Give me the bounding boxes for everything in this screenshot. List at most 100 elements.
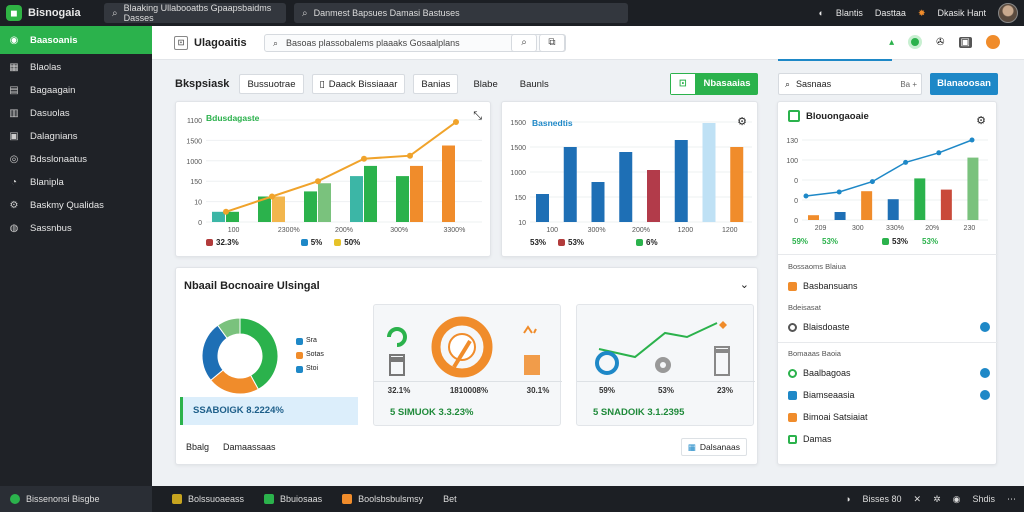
footer-link[interactable]: Bbalg <box>186 442 209 452</box>
footer-button[interactable]: ▦ Dalsanaas <box>680 438 747 456</box>
network-icon[interactable]: ◑ <box>845 494 850 504</box>
alert-icon[interactable] <box>986 35 1000 49</box>
sidebar-item-4[interactable]: ▥ Dasuolas <box>0 102 152 125</box>
status-icon[interactable] <box>908 35 923 49</box>
bar <box>967 157 979 220</box>
sidebar-item-dashboard[interactable]: ◉ Baasoanis <box>0 26 152 54</box>
list-item[interactable]: Basbansuans <box>788 275 988 297</box>
list-item[interactable]: Damas <box>788 428 988 450</box>
highlight-stat[interactable]: SSABOIGK 8.2224% <box>180 397 358 425</box>
taskbar-item-1[interactable]: Bissenonsi Bisgbe <box>0 486 152 512</box>
blue-action-button[interactable]: Blanaoosan <box>930 73 998 95</box>
collapse-icon[interactable]: ▴ <box>889 37 894 48</box>
section-label: Bomaaas Baoia <box>788 349 841 358</box>
main-search-input[interactable]: ⌕ Basoas plassobalems plaaaks Gosaalplan… <box>264 34 566 52</box>
sidebar-item-9[interactable]: ◍ Sassnbus <box>0 217 152 240</box>
top-user-item-3[interactable]: Dkasik Hant <box>937 8 986 18</box>
check-icon[interactable] <box>980 390 990 400</box>
dashboard-icon: ◉ <box>9 34 19 46</box>
legend-item: Sotas <box>296 348 324 362</box>
footer-link[interactable]: Damaassaas <box>223 442 276 452</box>
sidebar-item-7[interactable]: ◔ Blanipla <box>0 171 152 194</box>
sidebar-item-5[interactable]: ▣ Dalagnians <box>0 125 152 148</box>
main-search-placeholder: Basoas plassobalems plaaaks Gosaalplans <box>286 38 460 48</box>
avatar[interactable] <box>998 3 1018 23</box>
app-brand[interactable]: ◼ Bisnogaia <box>0 5 100 21</box>
sidebar-item-label: Bdsslonaatus <box>30 154 88 165</box>
list-item[interactable]: Biamseaasia <box>788 384 990 406</box>
chart-card-1: 1100 1500 1000 150 10 0 100 2300% 200% 300% 3300% … <box>175 101 491 257</box>
list-item-label: Basbansuans <box>803 281 858 291</box>
sidebar-item-2[interactable]: ▦ Blaolas <box>0 56 152 79</box>
toolbar: Bkspsiask Bussuotrae ▯ Daack Bissiaaar Ba… <box>175 74 556 94</box>
list-item[interactable]: Baalbagoas <box>788 362 990 384</box>
stat-value: 53% <box>657 386 674 395</box>
y-tick-label: 0 <box>198 220 202 227</box>
y-tick-label: 10 <box>194 200 202 207</box>
bullet-icon <box>788 368 797 378</box>
help-icon[interactable]: ◐ <box>818 8 823 18</box>
stat-value: 32.1% <box>387 386 411 395</box>
chip-2-label: Daack Bissiaaar <box>328 78 398 90</box>
metric-card-2[interactable]: 32.1% 1810008% 30.1% 5 SIMUOK 3.3.23% <box>373 304 562 426</box>
bar <box>702 123 716 222</box>
settings-icon[interactable]: ✲ <box>933 494 941 505</box>
sidebar-item-8[interactable]: ⚙ Baskmy Qualidas <box>0 194 152 217</box>
search-icon: ⌕ <box>785 78 791 89</box>
legend-label: 59% <box>792 237 809 246</box>
sidebar-item-label: Sassnbus <box>30 223 72 234</box>
tools-icon[interactable]: ✇ <box>936 37 944 48</box>
list-item-label: Baalbagoas <box>803 368 851 378</box>
taskbar-item-4[interactable]: Boolsbsbulsmsy <box>332 486 433 512</box>
metric-card-3[interactable]: 59% 53% 23% 5 SNADOIK 3.1.2395 <box>576 304 755 426</box>
bar <box>212 211 225 222</box>
sidebar-item-6[interactable]: ◎ Bdsslonaatus <box>0 148 152 171</box>
primary-action-button[interactable]: ⊡ Nbasaaias <box>670 73 758 95</box>
legend-swatch <box>636 239 644 246</box>
notification-icon[interactable]: ✸ <box>918 8 926 19</box>
bar <box>647 170 660 222</box>
right-search-input[interactable]: ⌕ Sasnaas Ba + <box>778 73 922 95</box>
primary-action-label: Nbasaaias <box>696 73 758 95</box>
search-button[interactable]: ⌕ <box>511 34 537 52</box>
chip-3[interactable]: Banias <box>413 74 459 94</box>
settings-icon[interactable]: ⚙ <box>976 114 986 127</box>
settings-icon[interactable]: ⚙ <box>737 115 747 128</box>
legend-label: 53% <box>530 238 547 247</box>
legend-swatch <box>296 365 303 373</box>
taskbar: Bissenonsi Bisgbe Bolssuoaeass Bbuiosaas… <box>0 486 1024 512</box>
chevron-down-icon[interactable]: ⌄ <box>740 278 749 291</box>
line-point <box>803 193 809 199</box>
bar <box>442 145 455 222</box>
tray-label[interactable]: Shdis <box>972 494 995 504</box>
list-item[interactable]: Bimoai Satsiaiat <box>788 406 988 428</box>
chip-5[interactable]: Baunls <box>513 74 556 94</box>
close-icon[interactable]: ✕ <box>914 494 922 505</box>
sidebar-item-3[interactable]: ▤ Bagaagain <box>0 79 152 102</box>
check-icon[interactable] <box>980 322 990 332</box>
taskbar-item-2[interactable]: Bolssuoaeass <box>162 486 254 512</box>
menu-icon[interactable]: ⋯ <box>1007 494 1016 505</box>
top-user-item-2[interactable]: Dasttaa <box>875 8 906 18</box>
chip-4[interactable]: Blabe <box>466 74 504 94</box>
legend-label: 53% <box>892 237 909 246</box>
chip-2-icon: ▯ <box>319 78 325 90</box>
apps-icon[interactable]: ▣ <box>958 36 972 48</box>
y-tick-label: 1500 <box>186 138 202 145</box>
top-user-item-1[interactable]: Blantis <box>836 8 863 18</box>
taskbar-label: Bbuiosaas <box>280 494 323 504</box>
expand-icon[interactable]: ⤡ <box>473 110 482 123</box>
chip-2[interactable]: ▯ Daack Bissiaaar <box>311 74 406 94</box>
check-icon[interactable] <box>980 368 990 378</box>
info-icon[interactable]: ◉ <box>953 494 961 505</box>
global-search-right[interactable]: ⌕ Danmest Bapsues Damasi Bastuses <box>294 3 628 23</box>
taskbar-item-3[interactable]: Bbuiosaas <box>254 486 332 512</box>
list-item[interactable]: Blaisdoaste <box>788 316 990 338</box>
filter-button[interactable]: ⧉ <box>539 34 565 52</box>
taskbar-item-5[interactable]: Bet <box>433 486 467 512</box>
tray-label[interactable]: Bisses 80 <box>863 494 902 504</box>
global-search-left[interactable]: ⌕ Blaaking Ullabooatbs Gpaapsbaidms Dass… <box>104 3 286 23</box>
chip-1[interactable]: Bussuotrae <box>239 74 304 94</box>
x-tick-label: 300% <box>588 227 606 234</box>
line-point <box>903 159 909 165</box>
